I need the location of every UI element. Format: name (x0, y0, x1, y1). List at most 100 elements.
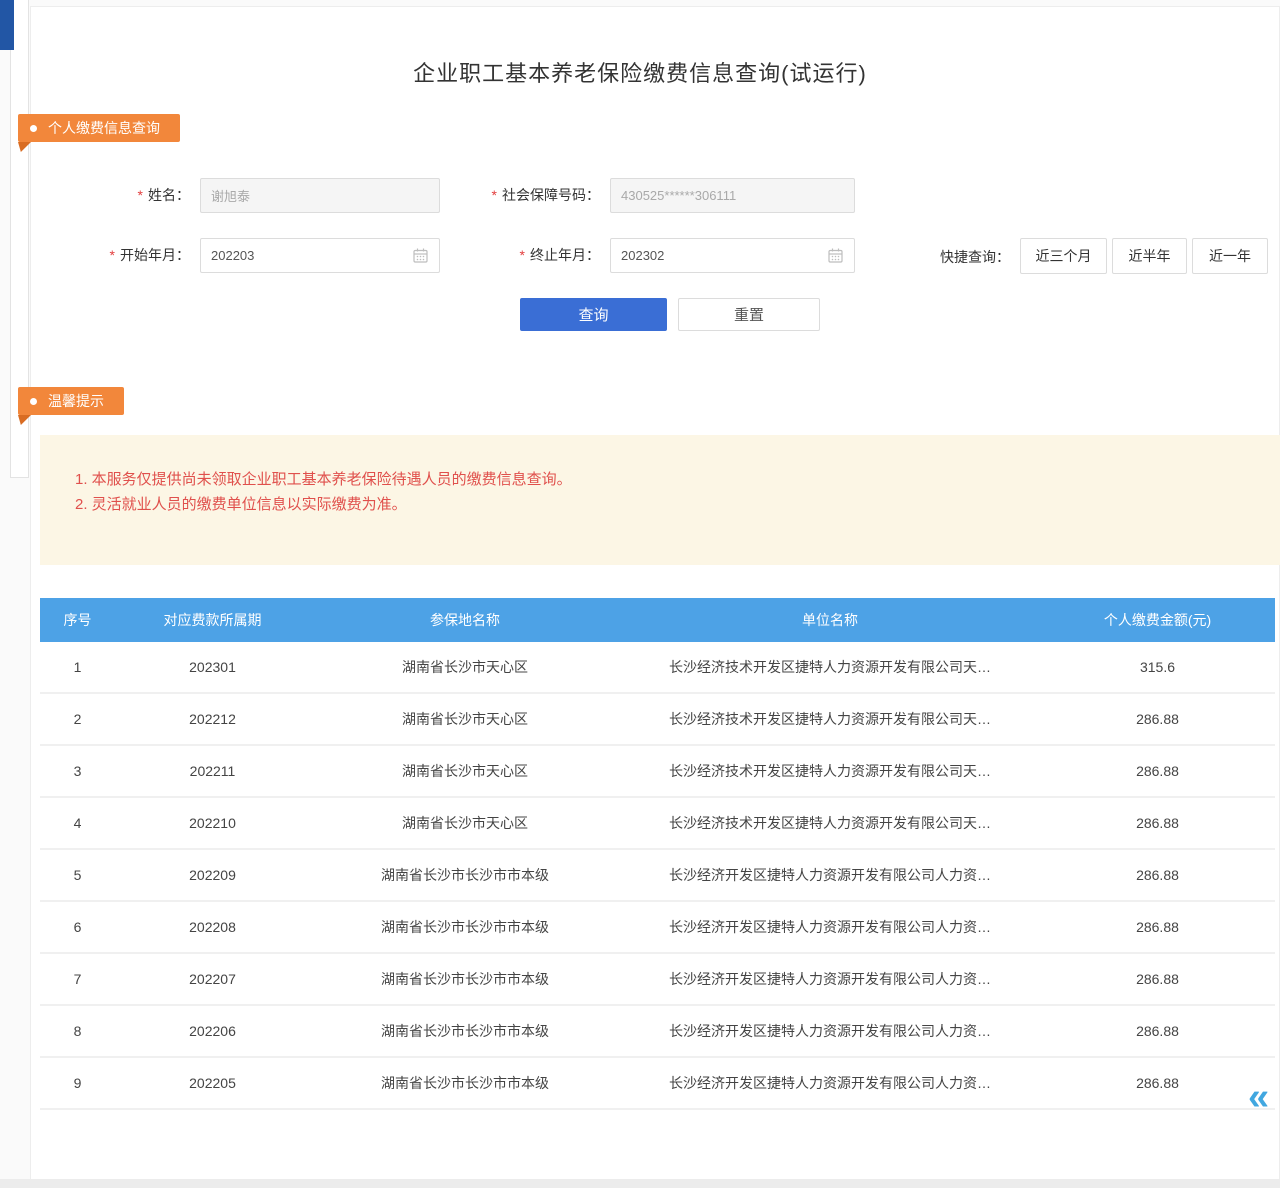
cell-amount: 286.88 (1040, 693, 1275, 745)
cell-amount: 315.6 (1040, 642, 1275, 693)
cell-region: 湖南省长沙市长沙市市本级 (310, 901, 620, 953)
cell-period: 202205 (115, 1057, 310, 1109)
cell-index: 4 (40, 797, 115, 849)
table-body: 1 202301 湖南省长沙市天心区 长沙经济技术开发区捷特人力资源开发有限公司… (40, 642, 1275, 1109)
cell-period: 202210 (115, 797, 310, 849)
cell-region: 湖南省长沙市天心区 (310, 642, 620, 693)
cell-company: 长沙经济开发区捷特人力资源开发有限公司人力资… (620, 953, 1040, 1005)
name-input: 谢旭泰 (200, 178, 440, 213)
cell-region: 湖南省长沙市长沙市市本级 (310, 1057, 620, 1109)
start-month-input[interactable]: 202203 (200, 238, 440, 273)
ssn-label: *社会保障号码： (440, 178, 600, 213)
cell-period: 202212 (115, 693, 310, 745)
table-row: 7 202207 湖南省长沙市长沙市市本级 长沙经济开发区捷特人力资源开发有限公… (40, 953, 1275, 1005)
cell-region: 湖南省长沙市长沙市市本级 (310, 849, 620, 901)
table-row: 2 202212 湖南省长沙市天心区 长沙经济技术开发区捷特人力资源开发有限公司… (40, 693, 1275, 745)
section-badge-tips-label: 温馨提示 (48, 391, 104, 411)
quick-button-1year[interactable]: 近一年 (1192, 238, 1268, 274)
table-row: 6 202208 湖南省长沙市长沙市市本级 长沙经济开发区捷特人力资源开发有限公… (40, 901, 1275, 953)
table-row: 4 202210 湖南省长沙市天心区 长沙经济技术开发区捷特人力资源开发有限公司… (40, 797, 1275, 849)
header-region: 参保地名称 (310, 598, 620, 642)
header-index: 序号 (40, 598, 115, 642)
name-input-value: 谢旭泰 (211, 186, 429, 205)
quick-button-3months[interactable]: 近三个月 (1020, 238, 1107, 274)
ssn-input-value: 430525******306111 (621, 188, 844, 203)
required-asterisk: * (110, 247, 115, 263)
calendar-icon[interactable] (412, 247, 429, 264)
table-row: 5 202209 湖南省长沙市长沙市市本级 长沙经济开发区捷特人力资源开发有限公… (40, 849, 1275, 901)
quick-query-label: 快捷查询： (928, 239, 1010, 275)
cell-amount: 286.88 (1040, 849, 1275, 901)
sidebar-toggle-tab[interactable] (0, 0, 14, 50)
cell-index: 2 (40, 693, 115, 745)
end-month-value: 202302 (621, 248, 821, 263)
section-badge-query: 个人缴费信息查询 (18, 114, 180, 142)
tips-line-1: 1. 本服务仅提供尚未领取企业职工基本养老保险待遇人员的缴费信息查询。 (75, 467, 1260, 492)
required-asterisk: * (520, 247, 525, 263)
tips-notice-box: 1. 本服务仅提供尚未领取企业职工基本养老保险待遇人员的缴费信息查询。 2. 灵… (40, 435, 1280, 565)
cell-period: 202207 (115, 953, 310, 1005)
cell-index: 3 (40, 745, 115, 797)
ssn-input: 430525******306111 (610, 178, 855, 213)
cell-amount: 286.88 (1040, 1057, 1275, 1109)
cell-company: 长沙经济开发区捷特人力资源开发有限公司人力资… (620, 1005, 1040, 1057)
cell-company: 长沙经济技术开发区捷特人力资源开发有限公司天… (620, 693, 1040, 745)
query-button[interactable]: 查询 (520, 298, 667, 331)
cell-period: 202206 (115, 1005, 310, 1057)
cell-index: 6 (40, 901, 115, 953)
collapse-chevron-icon[interactable]: « (1248, 1078, 1269, 1116)
bottom-strip (0, 1179, 1280, 1188)
table-row: 3 202211 湖南省长沙市天心区 长沙经济技术开发区捷特人力资源开发有限公司… (40, 745, 1275, 797)
cell-amount: 286.88 (1040, 953, 1275, 1005)
bullet-dot-icon (30, 125, 37, 132)
header-company: 单位名称 (620, 598, 1040, 642)
cell-company: 长沙经济开发区捷特人力资源开发有限公司人力资… (620, 901, 1040, 953)
header-amount: 个人缴费金额(元) (1040, 598, 1275, 642)
tips-line-2: 2. 灵活就业人员的缴费单位信息以实际缴费为准。 (75, 492, 1260, 517)
page: 企业职工基本养老保险缴费信息查询(试运行) 个人缴费信息查询 *姓名： 谢旭泰 … (0, 0, 1280, 1188)
section-badge-query-label: 个人缴费信息查询 (48, 118, 160, 138)
cell-region: 湖南省长沙市长沙市市本级 (310, 953, 620, 1005)
cell-index: 7 (40, 953, 115, 1005)
cell-amount: 286.88 (1040, 745, 1275, 797)
cell-region: 湖南省长沙市天心区 (310, 693, 620, 745)
cell-company: 长沙经济开发区捷特人力资源开发有限公司人力资… (620, 1057, 1040, 1109)
start-month-label: *开始年月： (60, 238, 190, 273)
cell-region: 湖南省长沙市天心区 (310, 745, 620, 797)
start-month-value: 202203 (211, 248, 406, 263)
cell-index: 8 (40, 1005, 115, 1057)
table-row: 9 202205 湖南省长沙市长沙市市本级 长沙经济开发区捷特人力资源开发有限公… (40, 1057, 1275, 1109)
cell-period: 202208 (115, 901, 310, 953)
table-header-row: 序号 对应费款所属期 参保地名称 单位名称 个人缴费金额(元) (40, 598, 1275, 642)
cell-region: 湖南省长沙市长沙市市本级 (310, 1005, 620, 1057)
cell-index: 9 (40, 1057, 115, 1109)
cell-index: 5 (40, 849, 115, 901)
name-label: *姓名： (60, 178, 190, 213)
cell-company: 长沙经济技术开发区捷特人力资源开发有限公司天… (620, 745, 1040, 797)
page-title: 企业职工基本养老保险缴费信息查询(试运行) (0, 56, 1280, 88)
cell-amount: 286.88 (1040, 797, 1275, 849)
reset-button[interactable]: 重置 (678, 298, 820, 331)
results-table: 序号 对应费款所属期 参保地名称 单位名称 个人缴费金额(元) 1 202301… (40, 598, 1275, 1110)
end-month-input[interactable]: 202302 (610, 238, 855, 273)
cell-company: 长沙经济开发区捷特人力资源开发有限公司人力资… (620, 849, 1040, 901)
cell-amount: 286.88 (1040, 1005, 1275, 1057)
cell-company: 长沙经济技术开发区捷特人力资源开发有限公司天… (620, 642, 1040, 693)
section-badge-tips: 温馨提示 (18, 387, 124, 415)
cell-index: 1 (40, 642, 115, 693)
quick-button-6months[interactable]: 近半年 (1112, 238, 1187, 274)
cell-region: 湖南省长沙市天心区 (310, 797, 620, 849)
calendar-icon[interactable] (827, 247, 844, 264)
required-asterisk: * (138, 187, 143, 203)
required-asterisk: * (492, 187, 497, 203)
cell-company: 长沙经济技术开发区捷特人力资源开发有限公司天… (620, 797, 1040, 849)
table-row: 1 202301 湖南省长沙市天心区 长沙经济技术开发区捷特人力资源开发有限公司… (40, 642, 1275, 693)
cell-amount: 286.88 (1040, 901, 1275, 953)
cell-period: 202209 (115, 849, 310, 901)
cell-period: 202301 (115, 642, 310, 693)
cell-period: 202211 (115, 745, 310, 797)
table-row: 8 202206 湖南省长沙市长沙市市本级 长沙经济开发区捷特人力资源开发有限公… (40, 1005, 1275, 1057)
end-month-label: *终止年月： (440, 238, 600, 273)
header-period: 对应费款所属期 (115, 598, 310, 642)
bullet-dot-icon (30, 398, 37, 405)
